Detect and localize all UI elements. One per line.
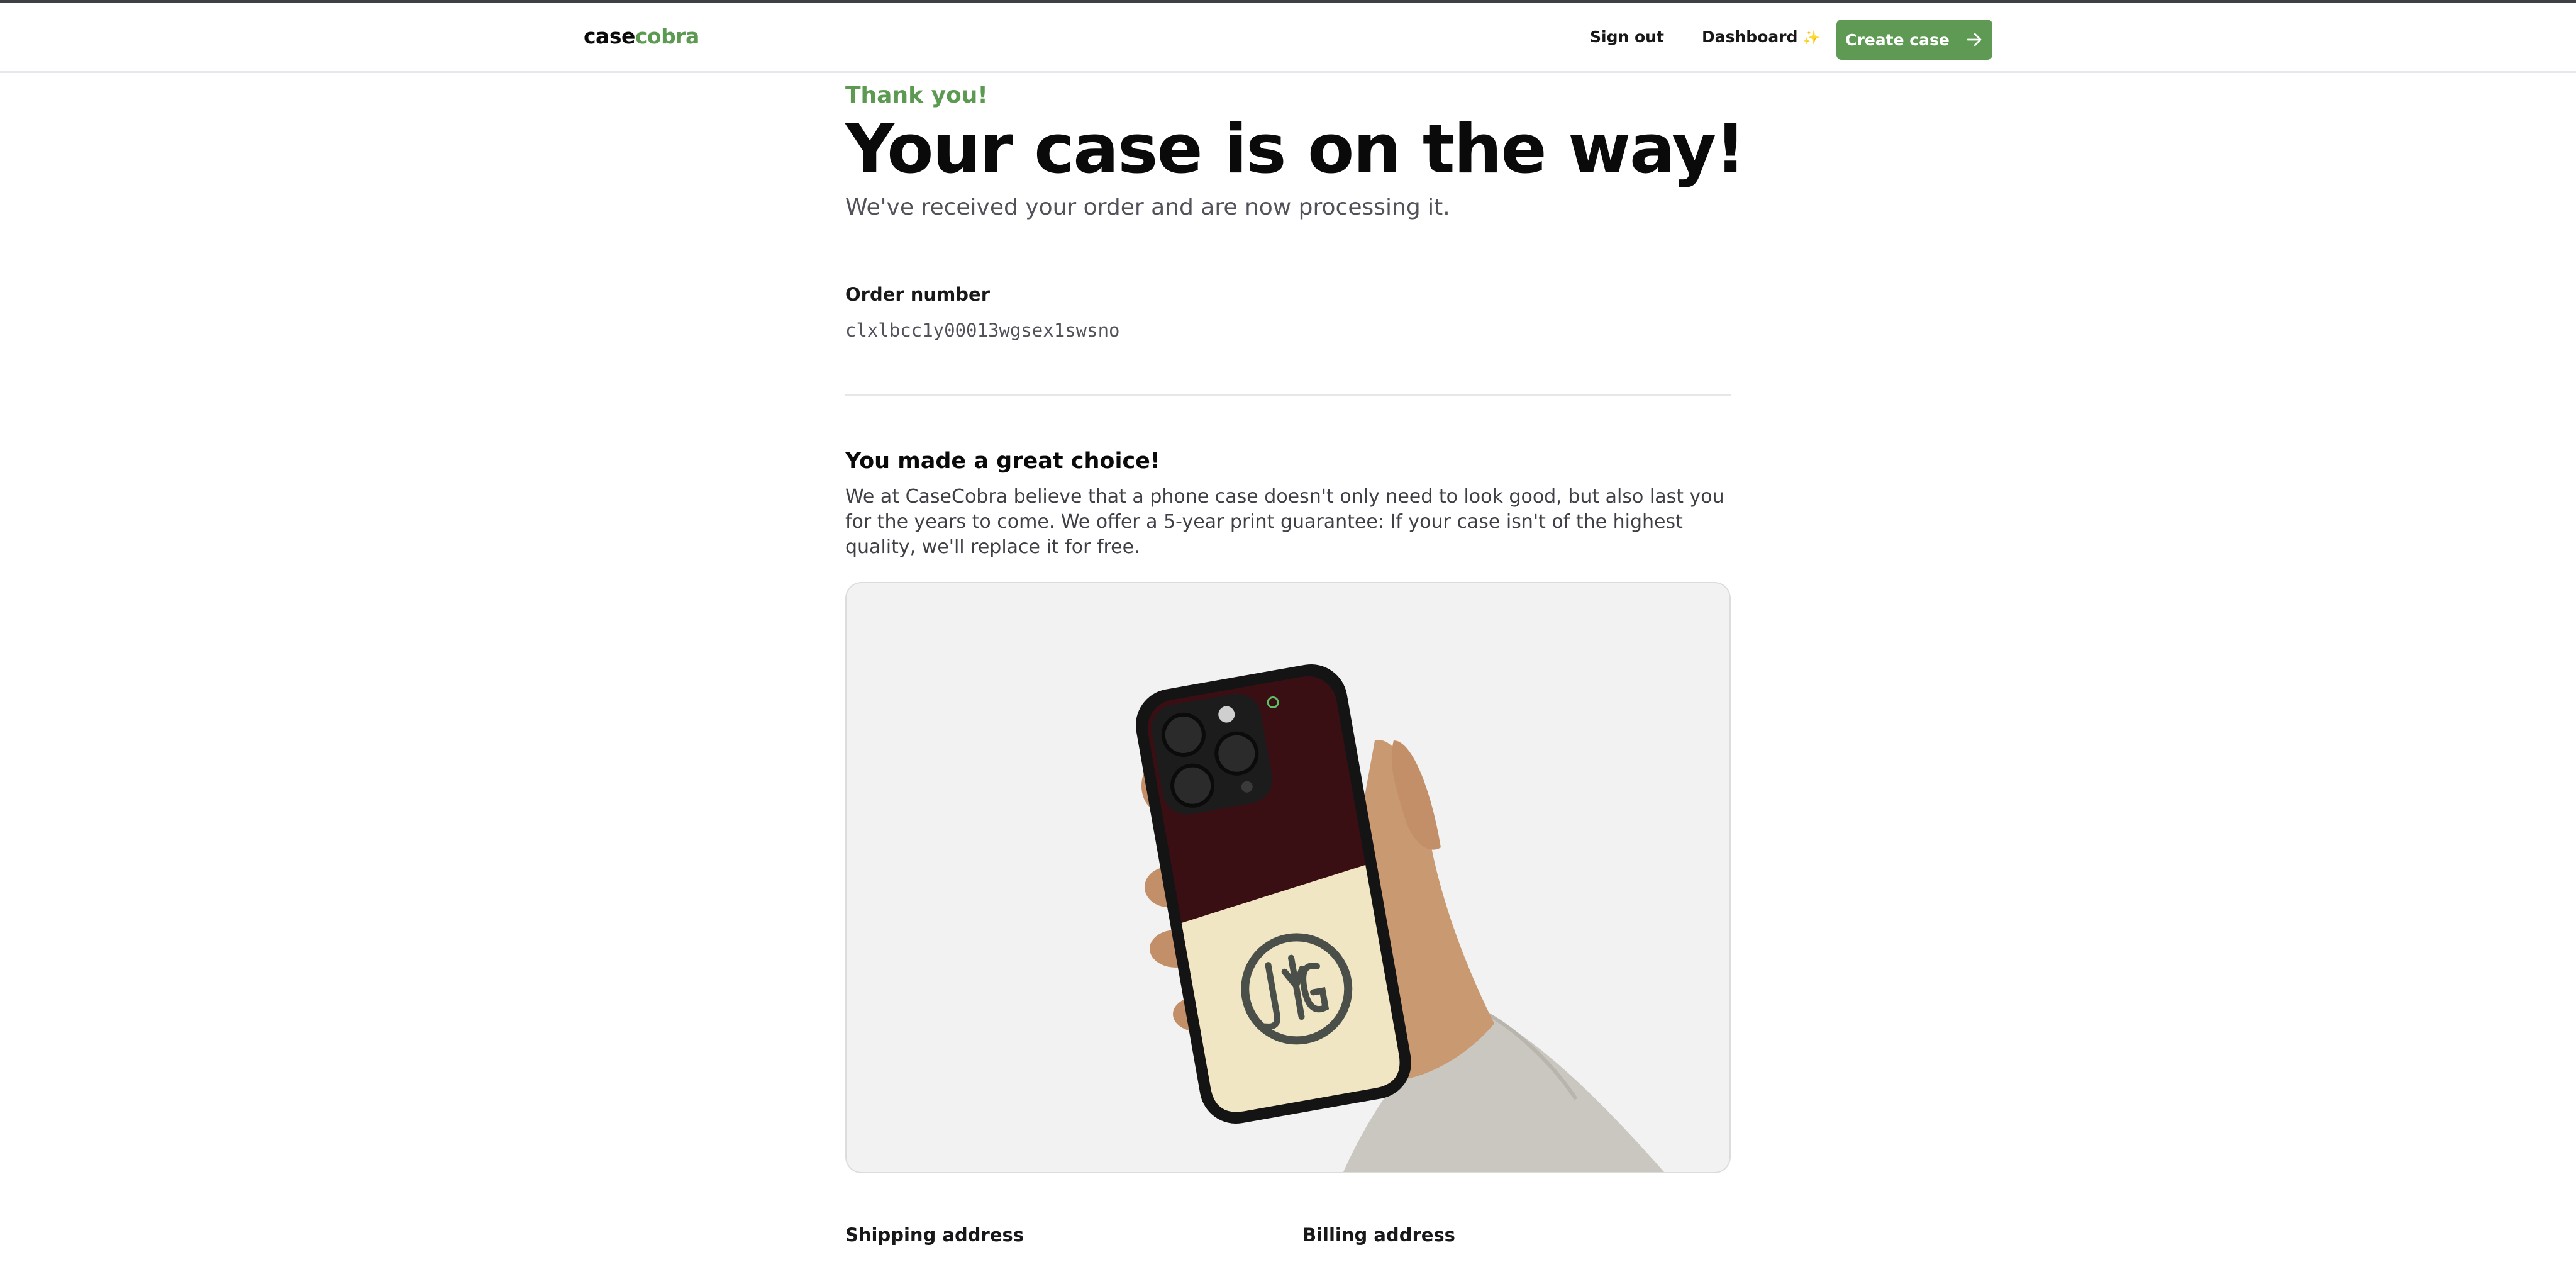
order-number-label: Order number: [845, 284, 991, 305]
order-number-value: clxlbcc1y00013wgsex1swsno: [845, 320, 1120, 341]
great-choice-title: You made a great choice!: [845, 449, 1160, 474]
logo[interactable]: casecobra: [584, 24, 699, 48]
case-preview-image: [845, 582, 1731, 1173]
navbar: casecobra Sign out Dashboard ✨ Create cas…: [0, 3, 2576, 73]
sign-out-link[interactable]: Sign out: [1590, 28, 1664, 46]
create-case-button[interactable]: Create case: [1836, 20, 1992, 60]
dashboard-label: Dashboard: [1702, 28, 1798, 46]
great-choice-text: We at CaseCobra believe that a phone cas…: [845, 486, 1724, 558]
hand-holding-phone-illustration: [1135, 664, 1664, 1172]
logo-case: case: [584, 24, 635, 48]
billing-address-label: Billing address: [1302, 1224, 1455, 1246]
page-subtitle: We've received your order and are now pr…: [845, 194, 1450, 220]
logo-cobra: cobra: [635, 24, 699, 48]
create-case-label: Create case: [1845, 30, 1950, 49]
thank-you-eyebrow: Thank you!: [845, 82, 988, 108]
shipping-address-label: Shipping address: [845, 1224, 1024, 1246]
divider: [845, 394, 1731, 396]
page-title: Your case is on the way!: [845, 110, 1746, 189]
arrow-right-icon: [1967, 33, 1982, 47]
dashboard-link[interactable]: Dashboard ✨: [1702, 28, 1820, 46]
sparkles-icon: ✨: [1802, 30, 1820, 46]
